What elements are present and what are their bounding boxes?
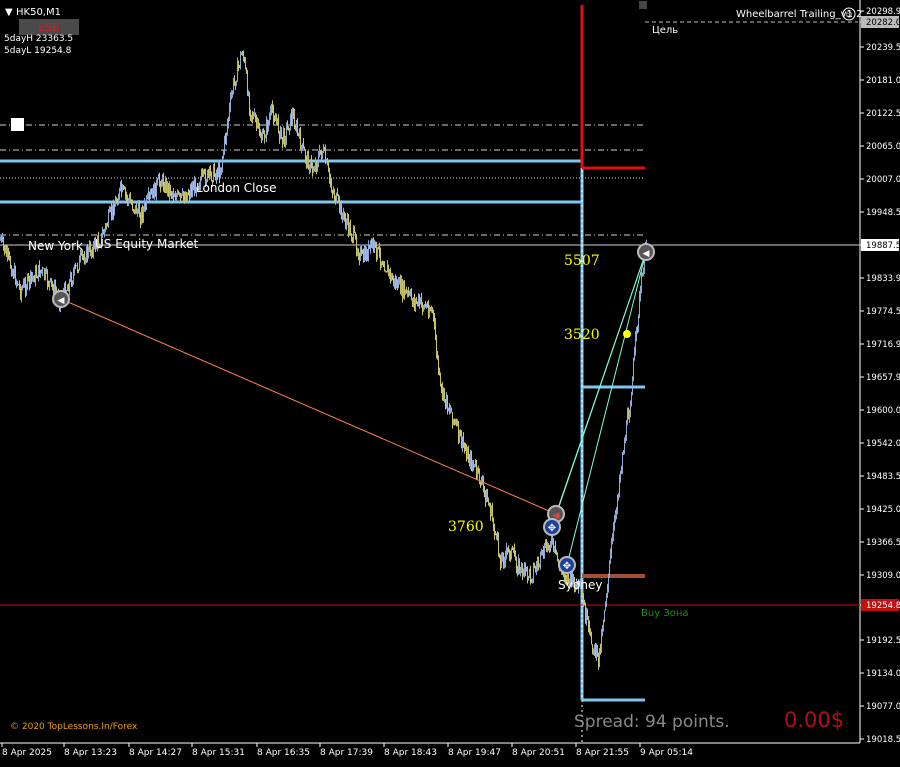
price-tick-label: 19483.5 — [866, 472, 900, 482]
esb-badge-text: ESB — [38, 21, 59, 34]
price-chart[interactable]: ◀ ◀ ✥ ✥ ◀ London Close New York US Equit… — [0, 0, 900, 767]
trade-object-icon[interactable] — [639, 1, 647, 9]
price-tick-label: 19600.0 — [866, 406, 900, 416]
five-day-low: 5dayL 19254.8 — [4, 46, 72, 56]
chart-window[interactable]: ◀ ◀ ✥ ✥ ◀ London Close New York US Equit… — [0, 0, 900, 767]
new-york-label: New York — [28, 239, 83, 253]
price-tick-label: 19657.9 — [866, 373, 900, 383]
profit-text: 0.00$ — [784, 708, 844, 732]
price-tick-label: 20282.0 — [866, 18, 900, 28]
spread-text: Spread: 94 points. — [574, 712, 730, 732]
marker-value-2: 3520 — [564, 327, 600, 343]
price-tick-label: 19948.5 — [866, 208, 900, 218]
symbol-title[interactable]: HK50,M1 — [16, 7, 61, 18]
time-tick-label: 8 Apr 18:43 — [384, 748, 437, 758]
price-tick-label: 19077.0 — [866, 702, 900, 712]
price-axis[interactable]: 20298.920282.0 20239.59 20181.08 20122.57 20… — [860, 7, 900, 745]
price-tick-label: 19716.9 — [866, 340, 900, 350]
price-tick-label: 19309.0 — [866, 571, 900, 581]
time-tick-label: 8 Apr 13:23 — [64, 748, 117, 758]
price-tick-label: 19134.0 — [866, 669, 900, 679]
price-tick-label: 20122.57 — [866, 109, 900, 119]
price-tick-label: 20007.0 — [866, 175, 900, 185]
sydney-label: Sydney — [558, 578, 602, 592]
price-tick-label: 19774.5 — [866, 307, 900, 317]
price-tick-label: 19542.0 — [866, 439, 900, 449]
svg-text:✥: ✥ — [548, 523, 556, 534]
london-close-label: London Close — [196, 181, 277, 195]
target-label: Цель — [652, 25, 678, 36]
price-tick-label: 19366.5 — [866, 538, 900, 548]
us-equity-label: US Equity Market — [95, 237, 199, 251]
indicator-settings-glyph: ☺ — [845, 11, 852, 19]
symbol-dropdown-icon[interactable]: ▼ — [5, 7, 13, 18]
price-tick-label: 20239.59 — [866, 43, 900, 53]
price-tick-label: 20181.08 — [866, 76, 900, 86]
price-tick-label: 19887.5 — [866, 241, 900, 251]
order-marker-3[interactable]: ✥ — [543, 518, 561, 536]
price-tick-label: 20298.9 — [866, 7, 900, 17]
panel-toggle-button[interactable] — [11, 118, 24, 131]
time-axis[interactable]: 8 Apr 2025 8 Apr 13:23 8 Apr 14:27 8 Apr 15… — [1, 743, 693, 758]
plot-area[interactable] — [0, 0, 860, 743]
time-tick-label: 8 Apr 20:51 — [512, 748, 565, 758]
time-tick-label: 8 Apr 15:31 — [192, 748, 245, 758]
order-marker-5[interactable]: ◀ — [637, 243, 655, 261]
svg-text:◀: ◀ — [58, 296, 65, 306]
time-tick-label: 8 Apr 19:47 — [448, 748, 501, 758]
time-tick-label: 8 Apr 2025 — [2, 748, 52, 758]
time-tick-label: 8 Apr 14:27 — [129, 748, 182, 758]
order-marker-4[interactable]: ✥ — [558, 556, 576, 574]
svg-text:✥: ✥ — [563, 561, 571, 572]
price-tick-label: 19833.9 — [866, 274, 900, 284]
buy-zone-label: Buy Зона — [641, 608, 689, 619]
svg-text:◀: ◀ — [643, 249, 650, 259]
time-tick-label: 8 Apr 17:39 — [320, 748, 373, 758]
time-tick-label: 8 Apr 16:35 — [257, 748, 310, 758]
yellow-target-dot[interactable] — [623, 330, 631, 338]
price-tick-label: 19018.5 — [866, 735, 900, 745]
price-tick-label: 19425.0 — [866, 505, 900, 515]
five-day-high: 5dayH 23363.5 — [4, 34, 73, 44]
order-marker-1[interactable]: ◀ — [52, 290, 70, 308]
copyright-text: © 2020 TopLessons.In/Forex — [10, 722, 138, 732]
marker-value-3: 3760 — [448, 519, 484, 535]
time-tick-label: 9 Apr 05:14 — [640, 748, 693, 758]
price-tick-label: 19192.5 — [866, 636, 900, 646]
price-tick-label: 20065.06 — [866, 142, 900, 152]
price-tick-label: 19254.8 — [866, 601, 900, 611]
time-tick-label: 8 Apr 21:55 — [576, 748, 629, 758]
marker-value-1: 5507 — [564, 253, 600, 269]
